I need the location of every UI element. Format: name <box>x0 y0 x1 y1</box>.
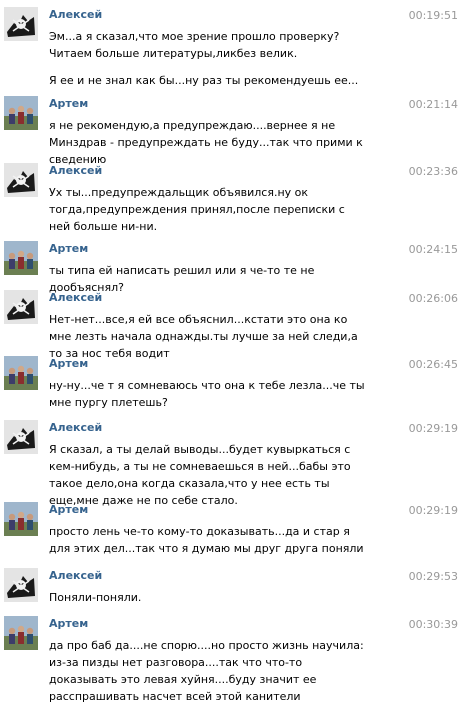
message-paragraph: я не рекомендую,а предупреждаю....вернее… <box>49 119 363 166</box>
group-photo-avatar[interactable] <box>4 616 38 650</box>
message-paragraph: Я ее и не знал как бы...ну раз ты рекоме… <box>49 74 359 87</box>
message-time: 00:23:36 <box>408 165 458 178</box>
message-time: 00:21:14 <box>408 98 458 111</box>
message-paragraph: Эм...а я сказал,что мое зрение прошло пр… <box>49 30 340 60</box>
message-text: Я сказал, а ты делай выводы...будет кувы… <box>49 441 369 509</box>
message-author[interactable]: Алексей <box>49 290 102 306</box>
pirate-skull-avatar[interactable] <box>4 290 38 324</box>
message-text: да про баб да....не спорю....но просто ж… <box>49 637 369 705</box>
group-photo-avatar[interactable] <box>4 356 38 390</box>
message-paragraph: Поняли-поняли. <box>49 591 142 604</box>
message-text: Поняли-поняли. <box>49 589 369 606</box>
group-photo-avatar[interactable] <box>4 241 38 275</box>
message-text: Эм...а я сказал,что мое зрение прошло пр… <box>49 28 369 89</box>
pirate-skull-avatar[interactable] <box>4 163 38 197</box>
message-time: 00:19:51 <box>408 9 458 22</box>
message-author[interactable]: Алексей <box>49 568 102 584</box>
message-text: Нет-нет...все,я ей все объяснил...кстати… <box>49 311 369 362</box>
message-paragraph: просто лень че-то кому-то доказывать...д… <box>49 525 364 555</box>
message-time: 00:26:06 <box>408 292 458 305</box>
message-author[interactable]: Артем <box>49 502 88 518</box>
message-text: я не рекомендую,а предупреждаю....вернее… <box>49 117 369 168</box>
group-photo-avatar[interactable] <box>4 96 38 130</box>
message-author[interactable]: Артем <box>49 356 88 372</box>
pirate-skull-avatar[interactable] <box>4 7 38 41</box>
message-text: просто лень че-то кому-то доказывать...д… <box>49 523 369 557</box>
pirate-skull-avatar[interactable] <box>4 420 38 454</box>
message-paragraph: да про баб да....не спорю....но просто ж… <box>49 639 364 703</box>
message-author[interactable]: Артем <box>49 96 88 112</box>
message-paragraph: Ух ты...предупреждальщик объявился.ну ок… <box>49 186 345 233</box>
message-text: Ух ты...предупреждальщик объявился.ну ок… <box>49 184 369 235</box>
message-author[interactable]: Алексей <box>49 7 102 23</box>
message-time: 00:29:19 <box>408 422 458 435</box>
pirate-skull-avatar[interactable] <box>4 568 38 602</box>
message-time: 00:26:45 <box>408 358 458 371</box>
message-author[interactable]: Артем <box>49 241 88 257</box>
message-time: 00:24:15 <box>408 243 458 256</box>
message-author[interactable]: Алексей <box>49 420 102 436</box>
message-author[interactable]: Алексей <box>49 163 102 179</box>
message-author[interactable]: Артем <box>49 616 88 632</box>
message-text: ну-ну...че т я сомневаюсь что она к тебе… <box>49 377 369 411</box>
message-time: 00:29:53 <box>408 570 458 583</box>
group-photo-avatar[interactable] <box>4 502 38 536</box>
message-paragraph: ну-ну...че т я сомневаюсь что она к тебе… <box>49 379 365 409</box>
message-time: 00:30:39 <box>408 618 458 631</box>
message-paragraph: Нет-нет...все,я ей все объяснил...кстати… <box>49 313 358 360</box>
chat-history: Алексей 00:19:51 Эм...а я сказал,что мое… <box>0 0 471 703</box>
message-time: 00:29:19 <box>408 504 458 517</box>
message-paragraph: Я сказал, а ты делай выводы...будет кувы… <box>49 443 351 507</box>
